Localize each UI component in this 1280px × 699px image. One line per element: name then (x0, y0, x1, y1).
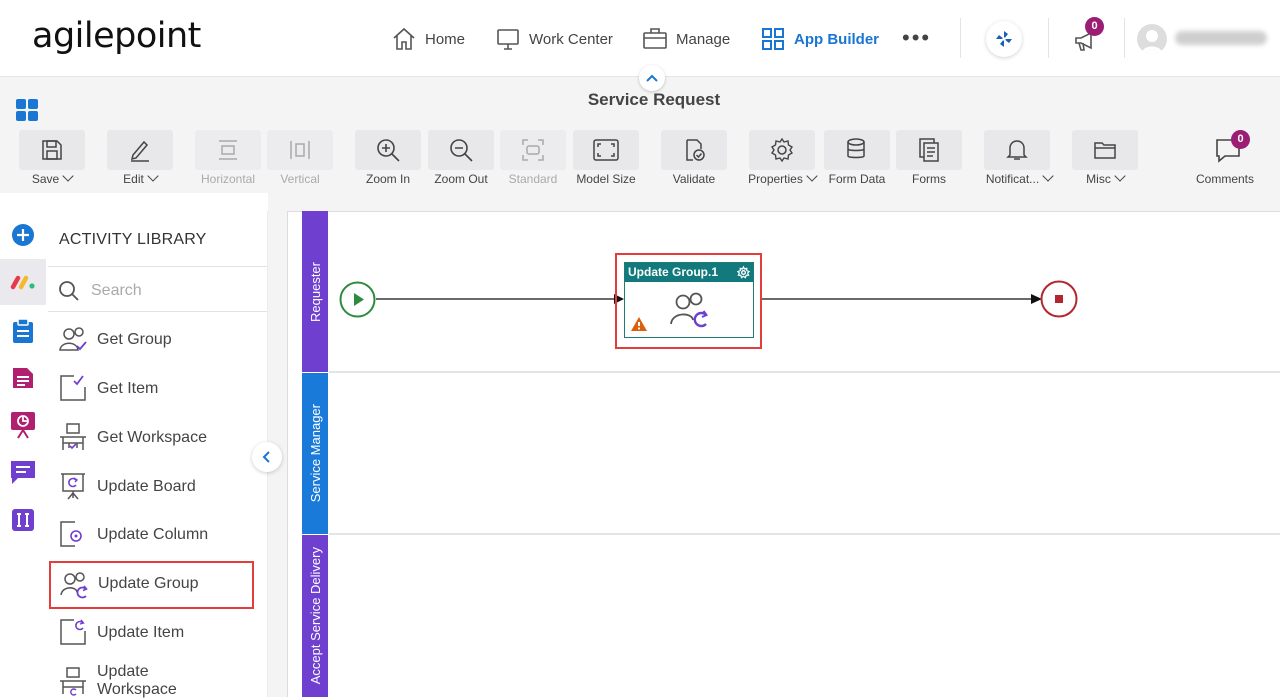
task-header: Update Group.1 (625, 263, 753, 282)
group-update-icon (668, 290, 710, 330)
warning-icon[interactable] (630, 316, 648, 332)
chevron-left-icon (262, 451, 272, 463)
end-event[interactable] (1040, 280, 1078, 318)
chevron-up-icon (646, 74, 658, 82)
collapse-library-button[interactable] (252, 442, 282, 472)
task-title: Update Group.1 (628, 265, 719, 279)
task-settings-gear-icon[interactable] (737, 266, 750, 279)
update-group-task[interactable]: Update Group.1 (624, 262, 754, 338)
collapse-header-button[interactable] (639, 65, 665, 91)
start-event[interactable] (339, 281, 376, 318)
